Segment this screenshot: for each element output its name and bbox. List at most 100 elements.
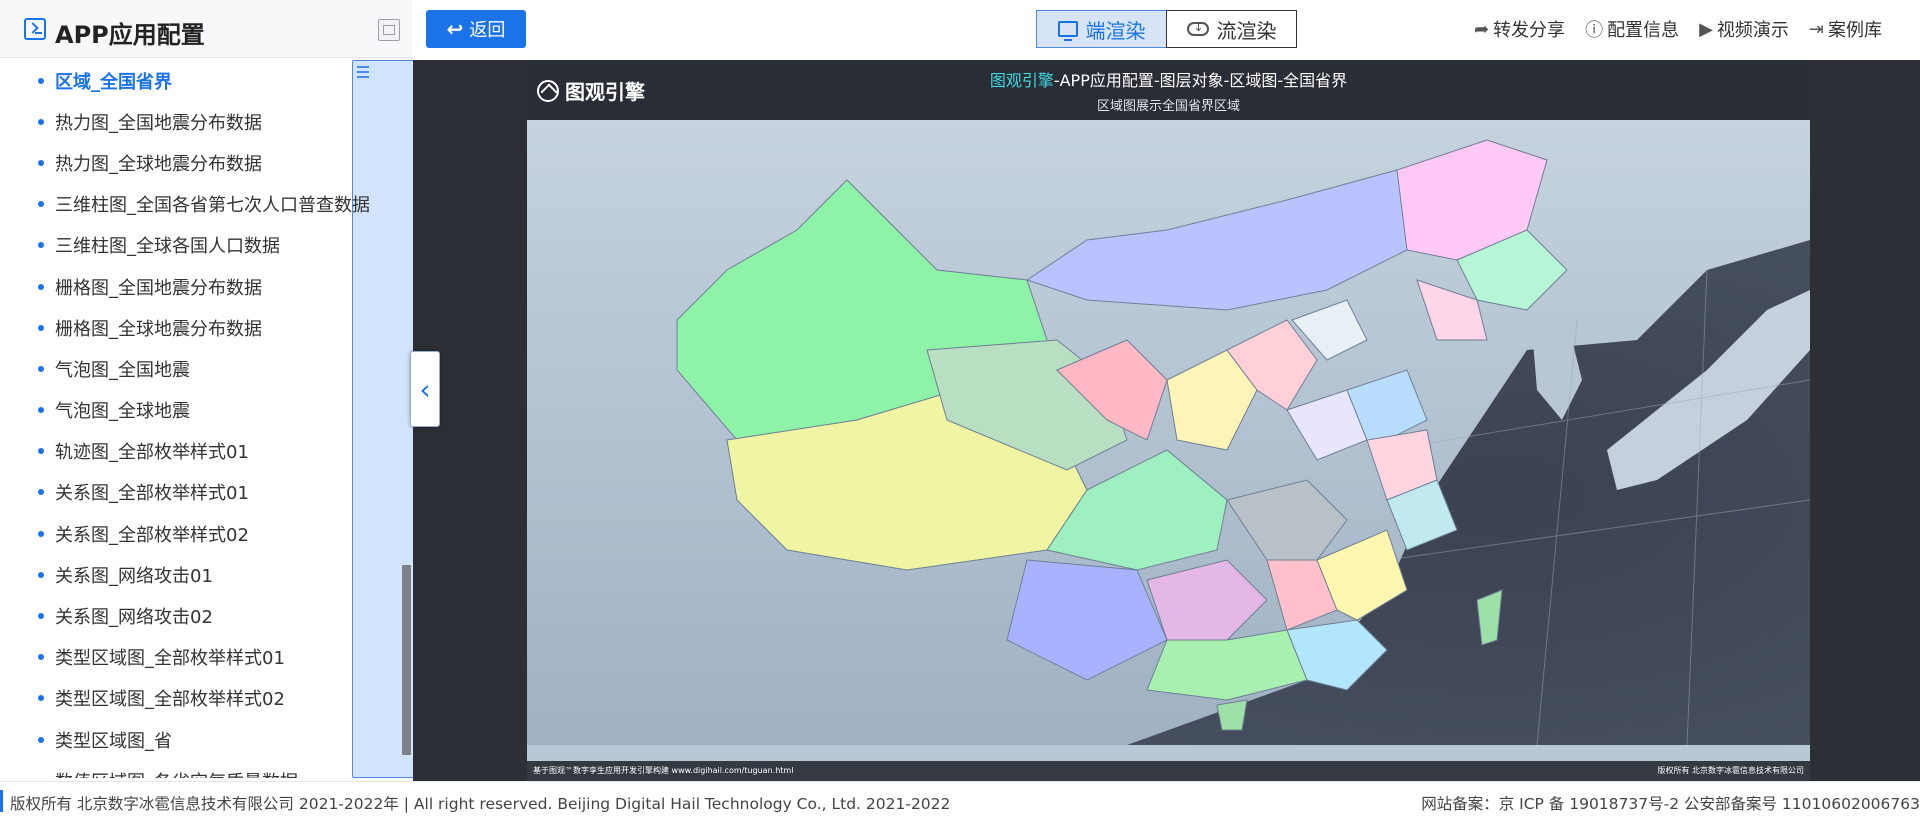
province-hainan: [1216, 699, 1248, 731]
list-item[interactable]: 热力图_全球地震分布数据: [0, 142, 400, 183]
list-item[interactable]: 关系图_网络攻击01: [0, 554, 400, 595]
stream-render-label: 流渲染: [1216, 18, 1277, 43]
list-item[interactable]: 区域_全国省界: [0, 60, 400, 101]
map-footer-right: 版权所有 北京数字冰雹信息技术有限公司: [1657, 766, 1804, 775]
bullet-icon: [38, 530, 44, 537]
bullet-icon: [38, 365, 44, 372]
map-header: 图观引擎 图观引擎-APP应用配置-图层对象-区域图-全国省界 区域图展示全国省…: [527, 61, 1810, 120]
share-icon: ➦: [1473, 18, 1490, 40]
list-item[interactable]: 栅格图_全国地震分布数据: [0, 266, 400, 307]
list-item-label: 类型区域图_省: [55, 730, 172, 752]
case-library-label: 案例库: [1828, 20, 1882, 41]
image-view-icon[interactable]: [378, 19, 400, 41]
list-item[interactable]: 数值区域图_各省空气质量数据: [0, 760, 400, 778]
list-item[interactable]: 气泡图_全国地震: [0, 348, 400, 389]
list-item-label: 气泡图_全国地震: [55, 359, 190, 381]
video-demo-label: 视频演示: [1716, 20, 1789, 41]
bullet-icon: [38, 613, 44, 620]
client-render-button[interactable]: 端渲染: [1036, 10, 1167, 48]
top-links: ➦ 转发分享 ⓘ 配置信息 ▶ 视频演示 ⇥ 案例库: [1474, 16, 1882, 42]
library-icon: ⇥: [1808, 18, 1824, 40]
top-bar: ↩ 返回 端渲染 流渲染 ➦ 转发分享 ⓘ 配置信息 ▶ 视频演示 ⇥ 案例库: [413, 0, 1920, 60]
list-item-label: 关系图_全部枚举样式02: [55, 524, 249, 546]
config-info-link[interactable]: ⓘ 配置信息: [1585, 16, 1679, 42]
list-item[interactable]: 类型区域图_省: [0, 719, 400, 760]
client-render-label: 端渲染: [1085, 18, 1146, 43]
terminal-icon: [24, 18, 46, 40]
icp-text: 网站备案：京 ICP 备 19018737号-2 公安部备案号 11010602…: [1421, 795, 1920, 813]
case-library-link[interactable]: ⇥ 案例库: [1809, 16, 1882, 42]
list-item-label: 关系图_网络攻击01: [55, 565, 213, 587]
bullet-icon: [38, 159, 44, 166]
footer-accent-bar: [0, 790, 3, 812]
list-item[interactable]: 三维柱图_全球各国人口数据: [0, 225, 400, 266]
video-demo-link[interactable]: ▶ 视频演示: [1699, 16, 1789, 42]
map-subtitle: 区域图展示全国省界区域: [1096, 99, 1240, 114]
list-item[interactable]: 气泡图_全球地震: [0, 390, 400, 431]
bullet-icon: [38, 407, 44, 414]
list-item-label: 区域_全国省界: [55, 71, 172, 93]
map-viewport[interactable]: 图观引擎 图观引擎-APP应用配置-图层对象-区域图-全国省界 区域图展示全国省…: [527, 61, 1810, 781]
map-title-rest: -APP应用配置-图层对象-区域图-全国省界: [1053, 71, 1348, 90]
list-item-label: 关系图_网络攻击02: [55, 607, 213, 629]
sidebar-header: APP应用配置: [0, 0, 752, 778]
bullet-icon: [38, 571, 44, 578]
page-footer: 版权所有 北京数字冰雹信息技术有限公司 2021-2022年 | All rig…: [0, 781, 1920, 823]
share-label: 转发分享: [1493, 20, 1566, 41]
chevron-left-icon: ‹: [419, 372, 431, 406]
collapse-sidebar-button[interactable]: ‹: [410, 351, 440, 427]
list-item-label: 热力图_全球地震分布数据: [55, 153, 262, 175]
list-item-label: 三维柱图_全球各国人口数据: [55, 236, 280, 258]
list-item-label: 类型区域图_全部枚举样式01: [55, 648, 285, 670]
list-item[interactable]: 关系图_全部枚举样式01: [0, 472, 400, 513]
bullet-icon: [38, 448, 44, 455]
bullet-icon: [38, 324, 44, 331]
config-info-label: 配置信息: [1607, 20, 1680, 41]
sidebar-scrollbar[interactable]: [402, 565, 411, 755]
list-item[interactable]: 三维柱图_全国各省第七次人口普查数据: [0, 184, 400, 225]
stream-render-button[interactable]: 流渲染: [1166, 10, 1297, 48]
list-item-label: 热力图_全国地震分布数据: [55, 112, 262, 134]
list-item-label: 栅格图_全国地震分布数据: [55, 277, 262, 299]
bullet-icon: [38, 77, 44, 84]
cloud-download-icon: [1186, 20, 1209, 36]
share-link[interactable]: ➦ 转发分享: [1474, 16, 1565, 42]
list-item-label: 气泡图_全球地震: [55, 401, 190, 423]
list-item-label: 类型区域图_全部枚举样式02: [55, 689, 285, 711]
monitor-icon: [1057, 21, 1078, 41]
copyright-text: 版权所有 北京数字冰雹信息技术有限公司 2021-2022年 | All rig…: [10, 795, 951, 813]
map-title: 图观引擎-APP应用配置-图层对象-区域图-全国省界: [527, 67, 1810, 91]
list-item-label: 关系图_全部枚举样式01: [55, 483, 249, 505]
map-title-highlight: 图观引擎: [989, 71, 1054, 90]
list-item[interactable]: 热力图_全国地震分布数据: [0, 101, 400, 142]
list-item-label: 轨迹图_全部枚举样式01: [55, 442, 249, 464]
list-item-label: 三维柱图_全国各省第七次人口普查数据: [55, 195, 370, 217]
app-title: APP应用配置: [55, 21, 205, 49]
map-footer: 基于图观™数字孪生应用开发引擎构建 www.digihail.com/tugua…: [527, 761, 1810, 781]
case-list: 区域_全国省界热力图_全国地震分布数据 热力图_全球地震分布数据三维柱图_全国各省…: [0, 60, 400, 778]
list-item[interactable]: 类型区域图_全部枚举样式01: [0, 637, 400, 678]
bullet-icon: [38, 736, 44, 743]
render-mode-switch: 端渲染 流渲染: [1036, 10, 1297, 48]
list-item-label: 栅格图_全球地震分布数据: [55, 318, 262, 340]
list-item[interactable]: 轨迹图_全部枚举样式01: [0, 431, 400, 472]
sidebar: APP应用配置 区域_全国省界 热力图_全国地震分布数据 热力图_全球地震分布数据三…: [0, 0, 752, 781]
bullet-icon: [38, 118, 44, 125]
play-icon: ▶: [1699, 18, 1713, 40]
list-item[interactable]: 关系图_网络攻击02: [0, 595, 400, 636]
bullet-icon: [38, 283, 44, 290]
back-label: 返回: [469, 20, 506, 41]
bullet-icon: [38, 489, 44, 496]
list-item-label: 数值区域图_各省空气质量数据: [55, 768, 298, 778]
bullet-icon: [38, 695, 44, 702]
map-footer-left: 基于图观™数字孪生应用开发引擎构建 www.digihail.com/tugua…: [533, 766, 794, 775]
list-item[interactable]: 关系图_全部枚举样式02: [0, 513, 400, 554]
bullet-icon: [38, 242, 44, 249]
info-icon: ⓘ: [1585, 20, 1604, 41]
back-button[interactable]: ↩ 返回: [426, 10, 526, 48]
list-item[interactable]: 栅格图_全球地震分布数据: [0, 307, 400, 348]
china-province-map[interactable]: [527, 120, 1810, 745]
back-arrow-icon: ↩: [446, 17, 464, 41]
bullet-icon: [38, 654, 44, 661]
list-item[interactable]: 类型区域图_全部枚举样式02: [0, 678, 400, 719]
